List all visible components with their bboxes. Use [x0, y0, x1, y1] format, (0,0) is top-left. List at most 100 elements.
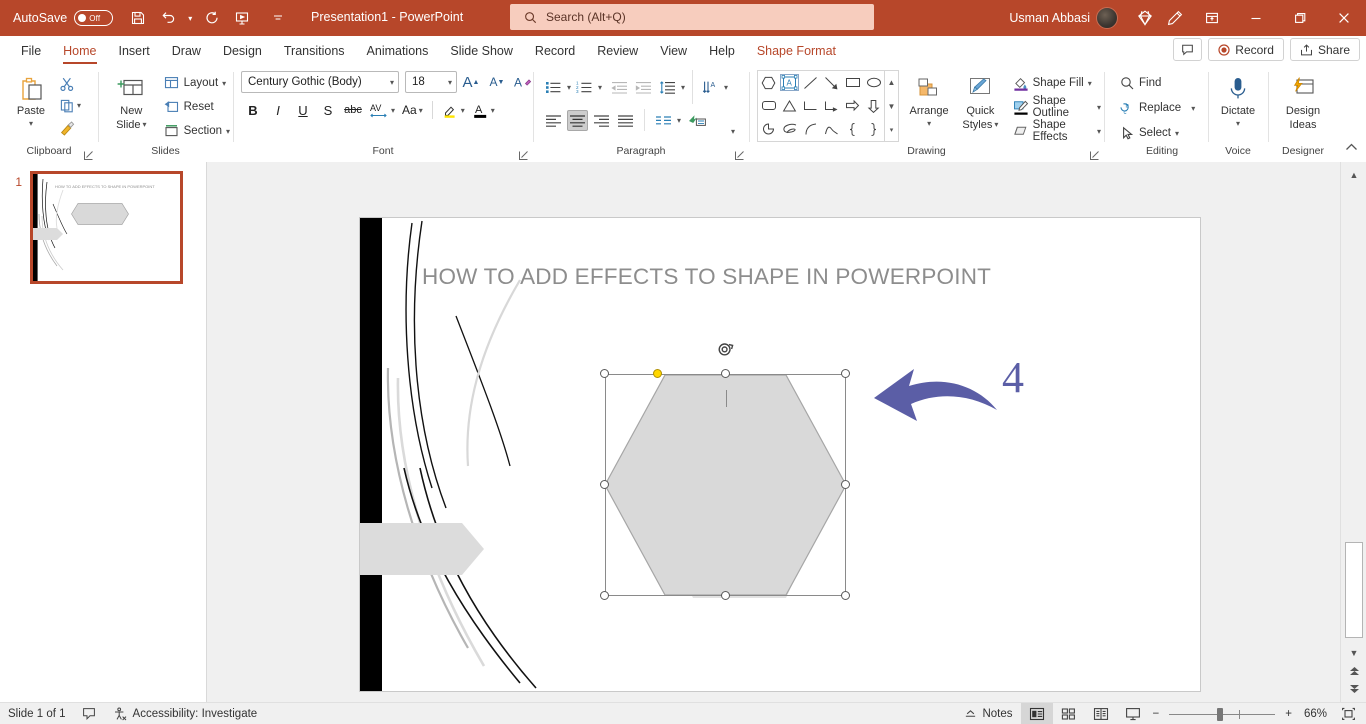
- normal-view-button[interactable]: [1020, 703, 1053, 724]
- columns-button[interactable]: [653, 110, 674, 131]
- paste-button[interactable]: Paste ▾: [8, 70, 54, 128]
- text-shadow-button[interactable]: S: [316, 98, 340, 122]
- scrollbar-thumb[interactable]: [1345, 542, 1363, 638]
- handle-top-right[interactable]: [841, 369, 850, 378]
- new-slide-dropdown-icon[interactable]: ▾: [143, 120, 147, 129]
- handle-bottom-left[interactable]: [600, 591, 609, 600]
- tab-file[interactable]: File: [10, 36, 52, 66]
- zoom-slider[interactable]: [1163, 703, 1281, 724]
- shape-left-brace[interactable]: [847, 122, 858, 137]
- notes-page-icon[interactable]: [74, 703, 104, 724]
- shape-curve[interactable]: [824, 122, 839, 136]
- dictate-dropdown-icon[interactable]: ▾: [1236, 119, 1240, 128]
- shape-effects-button[interactable]: Shape Effects ▾: [1010, 119, 1104, 143]
- layout-dropdown-icon[interactable]: ▾: [222, 79, 226, 88]
- tab-insert[interactable]: Insert: [108, 36, 161, 66]
- shapes-gallery-more-icon[interactable]: ▾: [890, 126, 894, 134]
- handle-bottom-right[interactable]: [841, 591, 850, 600]
- increase-font-size-button[interactable]: A ▲: [459, 70, 483, 94]
- align-center-button[interactable]: [567, 109, 588, 131]
- undo-dropdown-icon[interactable]: ▾: [183, 4, 197, 32]
- tab-review[interactable]: Review: [586, 36, 649, 66]
- reading-view-button[interactable]: [1085, 703, 1117, 724]
- start-presentation-icon[interactable]: [227, 4, 257, 32]
- text-direction-button[interactable]: A: [700, 77, 721, 98]
- quick-styles-dropdown-icon[interactable]: ▾: [994, 120, 998, 129]
- yellow-adjustment-handle[interactable]: [653, 369, 662, 378]
- arrange-button[interactable]: Arrange ▾: [907, 70, 951, 128]
- share-button[interactable]: Share: [1289, 38, 1360, 61]
- notes-button[interactable]: Notes: [956, 703, 1020, 724]
- paste-dropdown-icon[interactable]: ▾: [29, 119, 33, 128]
- shape-fill-dropdown-icon[interactable]: ▾: [1088, 79, 1092, 88]
- tab-slide-show[interactable]: Slide Show: [439, 36, 524, 66]
- font-size-input[interactable]: 18 ▾: [405, 71, 457, 93]
- shape-outline-dropdown-icon[interactable]: ▾: [1097, 103, 1101, 112]
- minimize-icon[interactable]: [1234, 0, 1278, 36]
- align-left-button[interactable]: [543, 110, 564, 131]
- format-painter-button[interactable]: [56, 117, 77, 138]
- numbering-button[interactable]: 1 2 3: [574, 77, 595, 98]
- underline-button[interactable]: U: [291, 98, 315, 122]
- slide-thumbnail-1[interactable]: HOW TO ADD EFFECTS TO SHAPE IN POWERPOIN…: [30, 171, 183, 284]
- search-input[interactable]: Search (Alt+Q): [510, 4, 874, 30]
- arrange-dropdown-icon[interactable]: ▾: [927, 119, 931, 128]
- font-color-dropdown-icon[interactable]: ▾: [491, 106, 495, 115]
- slide-show-view-button[interactable]: [1117, 703, 1149, 724]
- slide-title-text[interactable]: HOW TO ADD EFFECTS TO SHAPE IN POWERPOIN…: [422, 264, 1122, 290]
- replace-dropdown-icon[interactable]: ▾: [1191, 104, 1195, 113]
- columns-dropdown-icon[interactable]: ▾: [677, 116, 681, 125]
- ribbon-display-options-icon[interactable]: [1190, 0, 1234, 36]
- collapse-ribbon-button[interactable]: [1345, 140, 1358, 158]
- tab-record[interactable]: Record: [524, 36, 586, 66]
- accessibility-status[interactable]: Accessibility: Investigate: [104, 703, 266, 724]
- shape-fill-button[interactable]: Shape Fill ▾: [1010, 72, 1104, 94]
- change-case-button[interactable]: Aa ▾: [399, 98, 426, 122]
- ink-pen-icon[interactable]: [1160, 4, 1190, 32]
- next-slide-icon[interactable]: [1341, 680, 1366, 698]
- zoom-level-label[interactable]: 66%: [1296, 703, 1333, 724]
- redo-icon[interactable]: [197, 4, 227, 32]
- save-icon[interactable]: [123, 4, 153, 32]
- autosave-toggle[interactable]: AutoSave Off: [13, 10, 114, 26]
- character-spacing-button[interactable]: AV ▾: [366, 98, 398, 122]
- scroll-down-icon[interactable]: ▼: [1341, 644, 1366, 662]
- new-slide-button[interactable]: New Slide ▾: [106, 70, 157, 131]
- cut-button[interactable]: [56, 73, 77, 94]
- tab-help[interactable]: Help: [698, 36, 746, 66]
- shapes-gallery[interactable]: A: [757, 70, 885, 142]
- change-case-dropdown-icon[interactable]: ▾: [419, 106, 423, 115]
- numbering-dropdown-icon[interactable]: ▾: [598, 83, 602, 92]
- increase-indent-button[interactable]: [633, 77, 654, 98]
- italic-button[interactable]: I: [266, 98, 290, 122]
- shape-right-arrow[interactable]: [845, 99, 861, 112]
- shape-rounded-rectangle[interactable]: [761, 99, 777, 112]
- bullets-button[interactable]: [543, 77, 564, 98]
- tab-animations[interactable]: Animations: [356, 36, 440, 66]
- record-button[interactable]: Record: [1208, 38, 1284, 61]
- align-right-button[interactable]: [591, 110, 612, 131]
- paragraph-dialog-launcher[interactable]: [734, 150, 745, 161]
- dictate-button[interactable]: Dictate ▾: [1210, 70, 1266, 128]
- layout-button[interactable]: Layout ▾: [161, 72, 233, 94]
- shape-effects-dropdown-icon[interactable]: ▾: [1097, 127, 1101, 136]
- section-button[interactable]: Section ▾: [161, 120, 233, 142]
- shape-right-brace[interactable]: [868, 122, 879, 137]
- clear-formatting-button[interactable]: A: [511, 70, 535, 94]
- zoom-out-button[interactable]: −: [1149, 703, 1164, 724]
- scroll-up-icon[interactable]: ▲: [1341, 166, 1366, 184]
- clipboard-dialog-launcher[interactable]: [83, 150, 94, 161]
- shape-rectangle[interactable]: [845, 76, 861, 89]
- shape-pie[interactable]: [761, 122, 776, 136]
- handle-top-left[interactable]: [600, 369, 609, 378]
- user-name[interactable]: Usman Abbasi: [1009, 11, 1090, 25]
- fit-slide-to-window-icon[interactable]: [1333, 703, 1366, 724]
- shape-line[interactable]: [803, 76, 818, 90]
- find-button[interactable]: Find: [1116, 72, 1198, 94]
- zoom-in-button[interactable]: +: [1281, 703, 1296, 724]
- shape-arrow-line[interactable]: [824, 76, 839, 90]
- quick-styles-button[interactable]: Quick Styles ▾: [959, 70, 1001, 131]
- shape-arc[interactable]: [804, 122, 818, 136]
- rotate-handle[interactable]: [715, 341, 737, 366]
- handle-top-center[interactable]: [720, 369, 730, 378]
